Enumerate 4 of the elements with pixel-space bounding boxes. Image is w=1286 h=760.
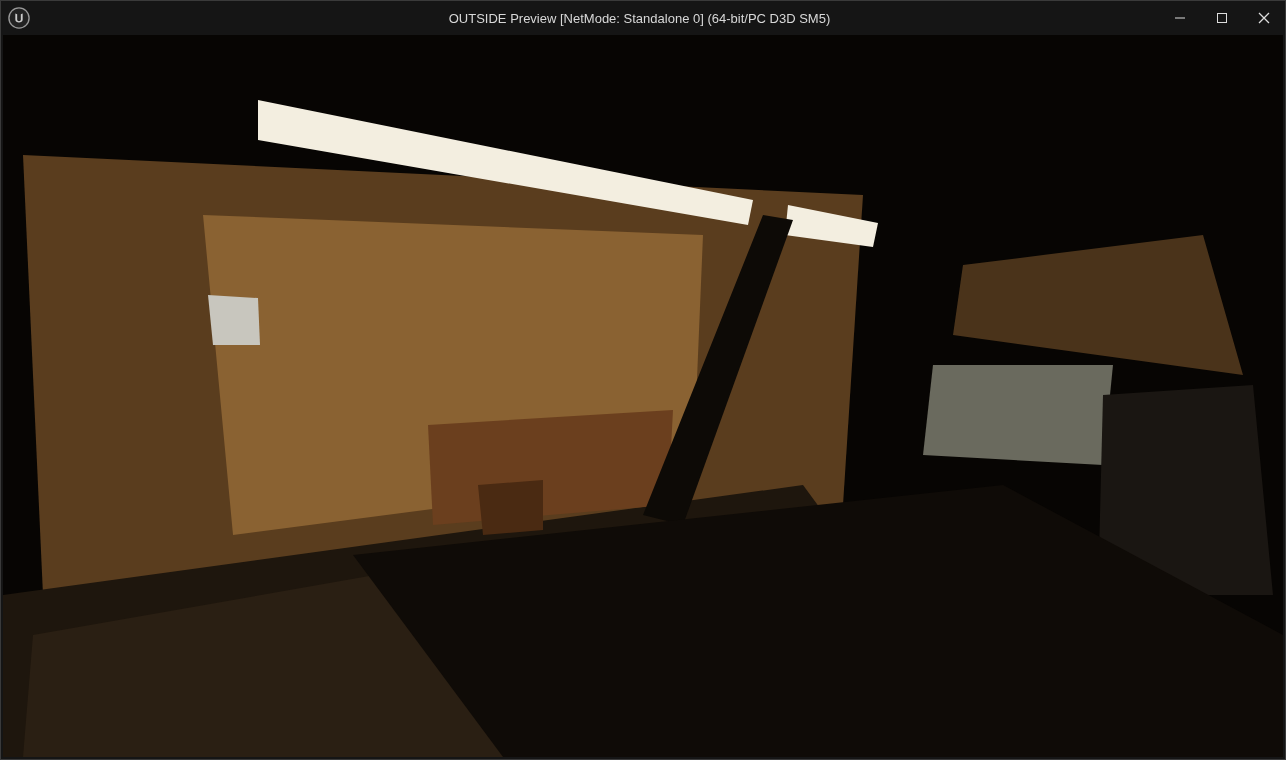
close-icon <box>1258 12 1270 24</box>
logo-icon <box>8 7 30 29</box>
maximize-icon <box>1216 12 1228 24</box>
window-title: OUTSIDE Preview [NetMode: Standalone 0] (64-bit/PC D3D SM5) <box>447 10 832 26</box>
